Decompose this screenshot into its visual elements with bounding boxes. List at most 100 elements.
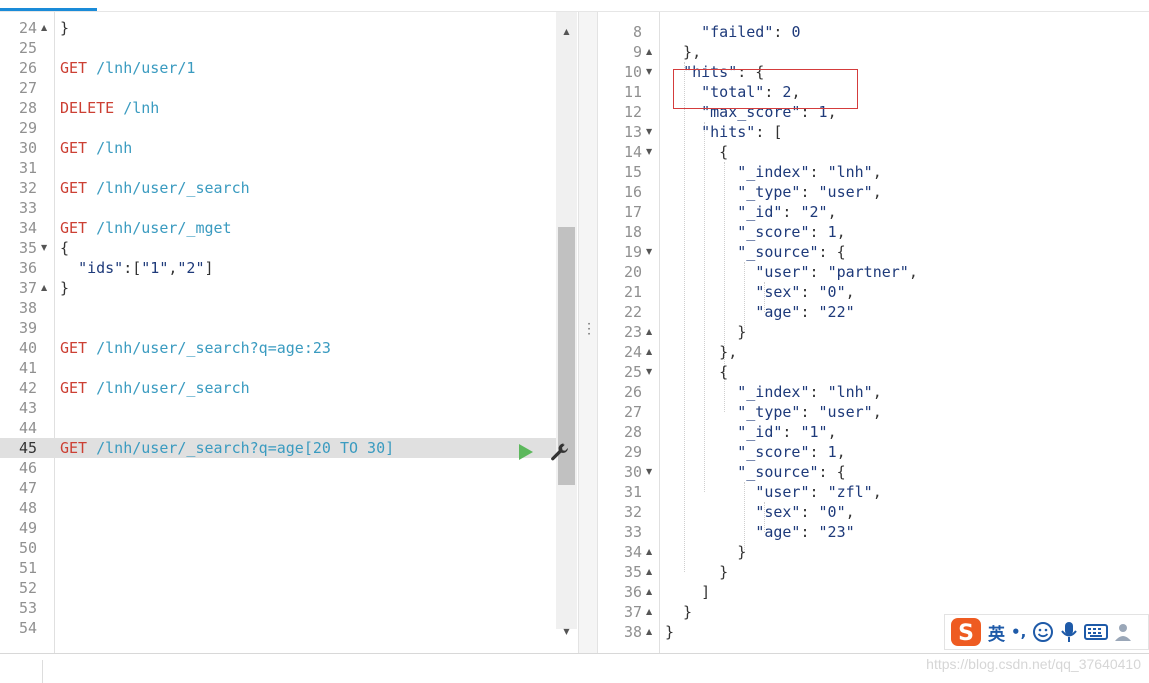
code-line[interactable]: } [60,18,69,38]
fold-up-arrow-icon[interactable]: ▲ [646,562,652,582]
fold-down-arrow-icon[interactable]: ▼ [646,242,652,262]
fold-down-arrow-icon[interactable]: ▼ [646,122,652,142]
code-token-str: "2" [800,203,828,221]
fold-up-arrow-icon[interactable]: ▲ [646,542,652,562]
code-line[interactable]: GET /lnh/user/_search?q=age:23 [60,338,331,358]
code-token-key: "sex" [755,283,801,301]
fold-up-arrow-icon[interactable]: ▲ [646,342,652,362]
code-line[interactable]: { [665,362,728,382]
code-line[interactable]: GET /lnh/user/_search?q=age[20 TO 30] [60,438,394,458]
code-line[interactable]: "_id": "2", [665,202,836,222]
code-line[interactable]: "_score": 1, [665,222,845,242]
code-line[interactable]: "hits": { [665,62,764,82]
fold-up-arrow-icon[interactable]: ▲ [41,18,47,38]
fold-down-arrow-icon[interactable]: ▼ [646,462,652,482]
active-tab-indicator[interactable] [0,0,97,11]
microphone-icon[interactable] [1060,621,1078,643]
code-token-method: GET [60,439,88,457]
code-line[interactable]: GET /lnh/user/_search [60,378,250,398]
fold-down-arrow-icon[interactable]: ▼ [41,238,47,258]
scroll-up-arrow-icon[interactable]: ▲ [556,24,577,40]
code-token-punc: : [800,523,819,541]
line-number: 39 [18,319,37,337]
code-line[interactable]: "_type": "user", [665,402,882,422]
response-viewer[interactable]: 8 "failed": 0 9 ▲ }, 10 ▼ "hits": {11 "total… [598,12,1149,653]
line-number: 15 [623,163,642,181]
line-number: 24 [18,19,37,37]
code-line[interactable]: "_index": "lnh", [665,162,882,182]
code-token-punc: , [872,483,882,501]
code-line[interactable]: } [665,602,692,622]
code-line[interactable]: } [665,322,746,342]
fold-down-arrow-icon[interactable]: ▼ [646,362,652,382]
fold-up-arrow-icon[interactable]: ▲ [646,622,652,642]
line-number: 49 [18,519,37,537]
code-line[interactable]: } [665,622,674,642]
code-line[interactable]: } [665,542,746,562]
code-token-punc [665,503,755,521]
line-number: 30 [18,139,37,157]
fold-down-arrow-icon[interactable]: ▼ [646,62,652,82]
code-line[interactable]: "total": 2, [665,82,800,102]
code-line[interactable]: "failed": 0 [665,22,800,42]
user-icon[interactable] [1114,621,1134,643]
wrench-icon[interactable] [549,441,571,463]
scroll-down-arrow-icon[interactable]: ▼ [556,624,577,640]
code-line[interactable]: "_source": { [665,242,845,262]
code-token-punc: { [60,239,70,257]
fold-up-arrow-icon[interactable]: ▲ [646,322,652,342]
code-line[interactable]: GET /lnh/user/1 [60,58,195,78]
code-line[interactable]: GET /lnh/user/_search [60,178,250,198]
code-line[interactable]: "_score": 1, [665,442,845,462]
code-line[interactable]: { [665,142,728,162]
punctuation-icon[interactable]: •, [1011,623,1026,641]
line-number: 42 [18,379,37,397]
code-line[interactable]: { [60,238,69,258]
code-line[interactable]: } [665,562,728,582]
keyboard-icon[interactable] [1084,623,1109,641]
code-line[interactable]: "_index": "lnh", [665,382,882,402]
code-line[interactable]: "sex": "0", [665,282,854,302]
code-line[interactable]: "max_score": 1, [665,102,836,122]
code-line[interactable]: "sex": "0", [665,502,855,522]
code-token-punc [60,259,78,277]
input-method-toolbar[interactable]: S 英 •, [944,614,1149,650]
request-editor-scrollbar[interactable]: ▲ ▼ [556,12,577,636]
code-line[interactable]: "_id": "1", [665,422,836,442]
pane-resize-handle[interactable]: · · · [578,12,598,653]
line-number: 11 [623,83,642,101]
line-number: 32 [623,503,642,521]
code-line[interactable]: "_type": "user", [665,182,882,202]
code-line[interactable]: GET /lnh [60,138,132,158]
smiley-icon[interactable] [1032,621,1054,643]
code-line[interactable]: "user": "zfl", [665,482,882,502]
play-icon[interactable] [517,442,535,462]
line-number: 43 [18,399,37,417]
code-token-punc: , [845,503,855,521]
top-toolbar [0,0,1149,12]
code-line[interactable]: }, [665,342,737,362]
fold-up-arrow-icon[interactable]: ▲ [646,582,652,602]
code-line[interactable]: "_source": { [665,462,845,482]
fold-up-arrow-icon[interactable]: ▲ [41,278,47,298]
code-line[interactable]: } [60,278,69,298]
code-line[interactable]: "hits": [ [665,122,782,142]
code-line[interactable]: }, [665,42,701,62]
fold-up-arrow-icon[interactable]: ▲ [646,602,652,622]
sogou-logo-icon[interactable]: S [950,617,982,647]
line-number: 28 [18,99,37,117]
code-line[interactable]: "age": "23" [665,522,854,542]
code-token-punc [665,423,737,441]
code-line[interactable]: DELETE /lnh [60,98,159,118]
ime-language-toggle[interactable]: 英 [988,620,1005,645]
fold-down-arrow-icon[interactable]: ▼ [646,142,652,162]
code-token-key: "hits" [701,123,756,141]
code-token-punc: : [773,23,792,41]
code-line[interactable]: "age": "22" [665,302,854,322]
fold-up-arrow-icon[interactable]: ▲ [646,42,652,62]
code-line[interactable]: "ids":["1","2"] [60,258,213,278]
code-line[interactable]: ] [665,582,710,602]
code-line[interactable]: GET /lnh/user/_mget [60,218,232,238]
code-line[interactable]: "user": "partner", [665,262,918,282]
request-editor[interactable]: 24 ▲} 25 26 GET /lnh/user/1 27 28 DELETE /lnh 29… [0,12,578,653]
